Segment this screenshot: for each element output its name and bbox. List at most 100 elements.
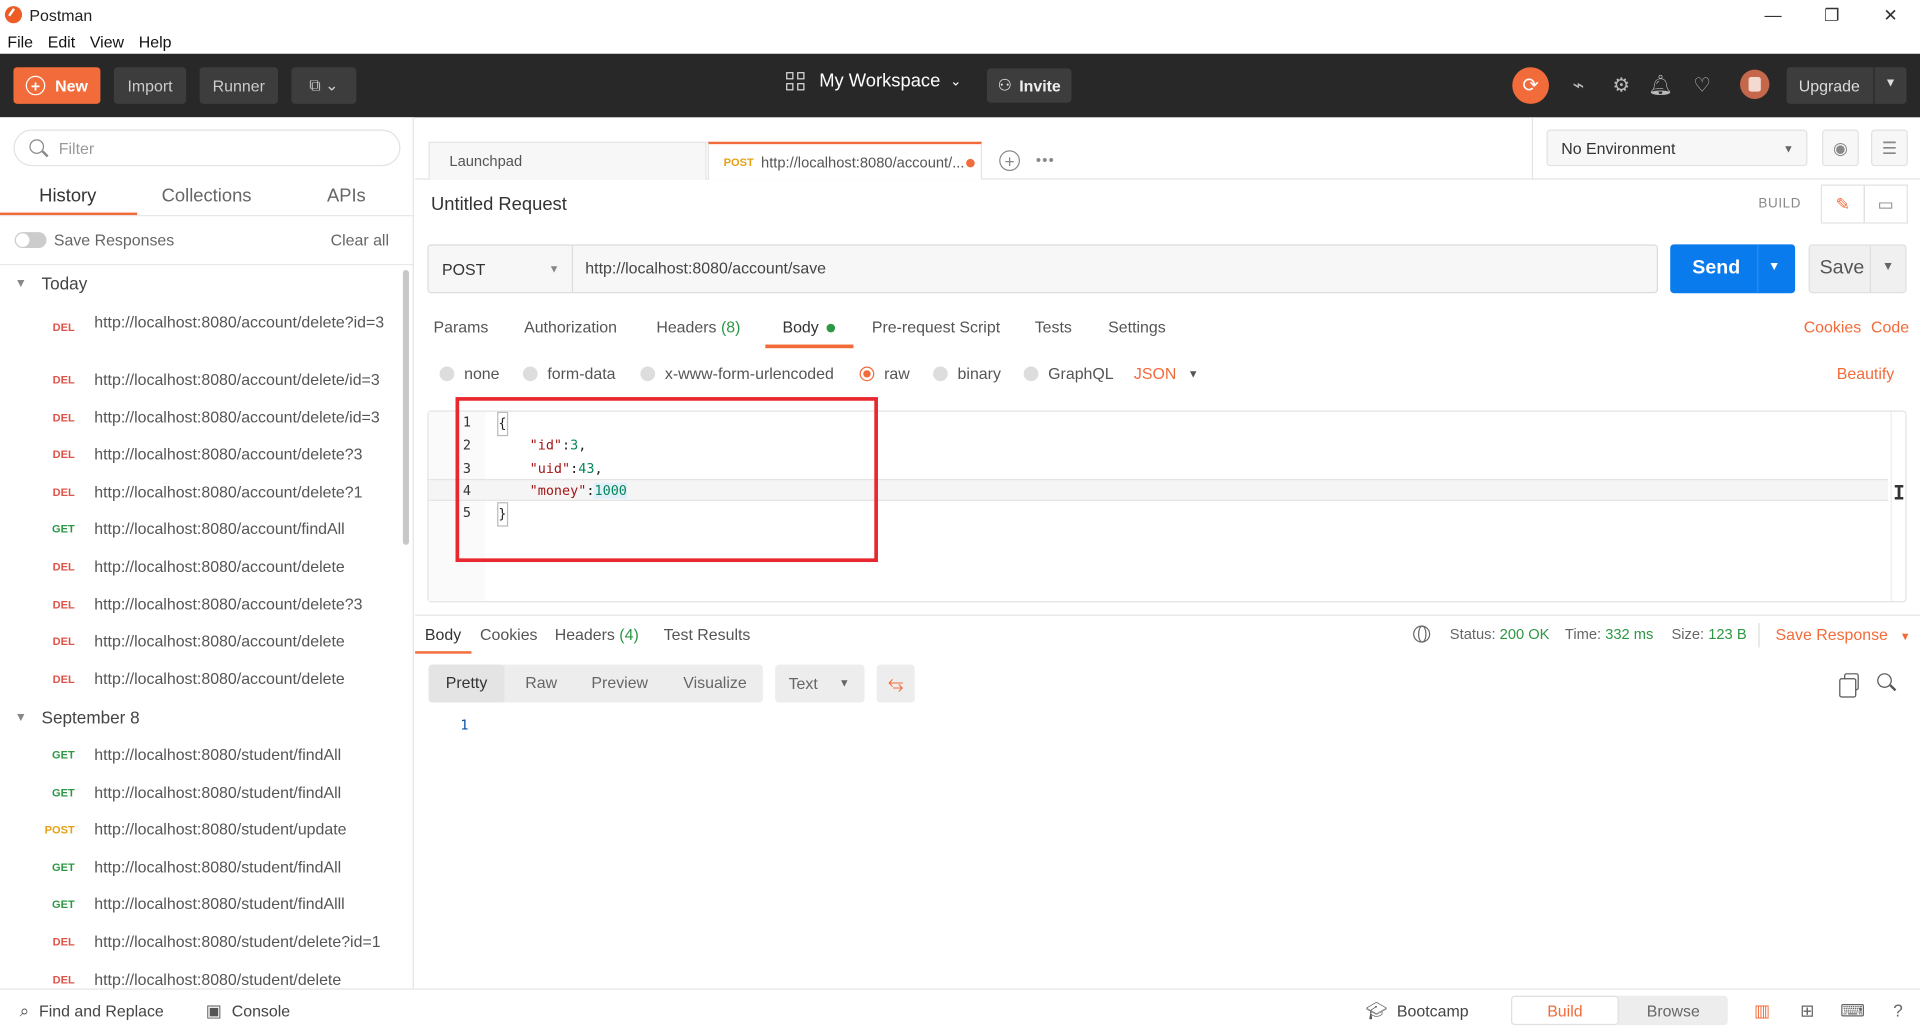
comments-icon[interactable]: ▭	[1863, 184, 1908, 224]
tab-tests[interactable]: Tests	[1035, 318, 1072, 336]
time-info[interactable]: Time: 332 ms	[1565, 626, 1653, 643]
save-button[interactable]: Save ▼	[1808, 244, 1907, 294]
cookies-link[interactable]: Cookies	[1804, 318, 1862, 336]
find-replace-button[interactable]: ⌕ Find and Replace	[20, 1001, 164, 1022]
tab-response-headers[interactable]: Headers (4)	[555, 626, 639, 644]
tab-settings[interactable]: Settings	[1108, 318, 1166, 336]
radio-none[interactable]: none	[439, 364, 500, 382]
search-icon[interactable]	[1877, 673, 1892, 688]
two-pane-view-icon[interactable]: ▥	[1751, 999, 1773, 1021]
import-button[interactable]: Import	[113, 67, 187, 104]
menu-file[interactable]: File	[0, 32, 40, 50]
clear-all-link[interactable]: Clear all	[331, 231, 389, 249]
more-icon[interactable]: •••	[1036, 152, 1055, 169]
view-pretty[interactable]: Pretty	[446, 673, 488, 691]
history-method-badge: GET	[52, 786, 75, 799]
history-method-badge: POST	[44, 823, 75, 836]
close-icon[interactable]: ✕	[1861, 0, 1920, 29]
tab-response-cookies[interactable]: Cookies	[480, 626, 538, 644]
editor-scrollbar[interactable]	[1890, 411, 1906, 602]
sidebar-scrollbar[interactable]	[402, 270, 409, 545]
tab-headers[interactable]: Headers (8)	[656, 318, 740, 336]
caret-down-icon[interactable]: ▼	[1188, 368, 1199, 380]
help-icon[interactable]: ?	[1887, 999, 1909, 1021]
request-title[interactable]: Untitled Request	[431, 194, 567, 215]
history-group-september-8[interactable]: ▼ September 8	[15, 707, 140, 727]
copy-icon[interactable]	[1839, 673, 1859, 698]
tab-history[interactable]: History	[39, 186, 96, 207]
search-icon	[29, 139, 45, 154]
caret-down-icon[interactable]: ▼	[1768, 260, 1780, 273]
sync-icon[interactable]: ⟳	[1512, 67, 1549, 104]
invite-button[interactable]: ⚇ Invite	[986, 68, 1072, 103]
tab-params[interactable]: Params	[433, 318, 488, 336]
status-info[interactable]: Status: 200 OK	[1450, 626, 1550, 643]
tab-active-label: http://localhost:8080/account/...	[761, 153, 965, 171]
view-visualize[interactable]: Visualize	[683, 673, 746, 691]
add-tab-icon[interactable]: +	[999, 150, 1021, 172]
layout-icon[interactable]: ⊞	[1796, 999, 1818, 1021]
radio-binary[interactable]: binary	[933, 364, 1001, 382]
wrap-lines-icon[interactable]: ⥃	[876, 664, 915, 703]
new-window-button[interactable]: ⧉ ⌄	[291, 67, 357, 104]
avatar[interactable]	[1740, 69, 1770, 99]
size-info[interactable]: Size: 123 B	[1671, 626, 1746, 643]
environment-select[interactable]: No Environment ▼	[1546, 129, 1808, 167]
filter-input[interactable]: Filter	[13, 129, 401, 167]
radio-raw[interactable]: raw	[859, 364, 910, 382]
heart-icon[interactable]: ♡	[1687, 71, 1716, 100]
radio-x-www-form-urlencoded[interactable]: x-www-form-urlencoded	[640, 364, 834, 382]
url-input[interactable]: http://localhost:8080/account/save	[585, 259, 826, 277]
response-format-select[interactable]: Text ▼	[775, 664, 865, 703]
tab-apis[interactable]: APIs	[327, 186, 366, 207]
menu-view[interactable]: View	[82, 32, 131, 50]
header-toolbar: + New Import Runner ⧉ ⌄ My Workspace ⌄ ⚇…	[0, 53, 1920, 118]
upgrade-button[interactable]: Upgrade ▼	[1786, 67, 1907, 104]
send-button[interactable]: Send ▼	[1670, 244, 1796, 294]
tab-body[interactable]: Body	[782, 318, 835, 336]
menu-help[interactable]: Help	[131, 32, 178, 50]
sliders-icon[interactable]: ☰	[1871, 129, 1908, 167]
bell-icon[interactable]: 🔔︎	[1646, 71, 1675, 100]
radio-graphql[interactable]: GraphQL	[1023, 364, 1114, 382]
view-preview[interactable]: Preview	[591, 673, 648, 691]
history-group-today[interactable]: ▼ Today	[15, 274, 88, 294]
maximize-icon[interactable]: ❐	[1802, 0, 1861, 29]
keyboard-icon[interactable]: ⌨	[1840, 999, 1865, 1021]
tab-prerequest-script[interactable]: Pre-request Script	[872, 318, 1000, 336]
save-response-button[interactable]: Save Response ▼	[1776, 626, 1911, 644]
build-mode-button[interactable]: Build	[1511, 995, 1619, 1026]
request-tabs-bar: Launchpad POST http://localhost:8080/acc…	[415, 117, 1532, 180]
settings-icon[interactable]: ⚙	[1607, 71, 1636, 100]
satellite-icon[interactable]: ⌁	[1564, 71, 1593, 100]
minimize-icon[interactable]: —	[1744, 0, 1803, 29]
beautify-link[interactable]: Beautify	[1837, 364, 1895, 382]
globe-icon[interactable]	[1413, 625, 1431, 643]
view-raw[interactable]: Raw	[525, 673, 557, 691]
caret-down-icon[interactable]: ▼	[1882, 260, 1894, 273]
tab-response-body[interactable]: Body	[425, 626, 461, 644]
menu-edit[interactable]: Edit	[40, 32, 82, 50]
tab-launchpad[interactable]: Launchpad	[428, 141, 707, 180]
tab-test-results[interactable]: Test Results	[664, 626, 751, 644]
grid-icon	[786, 72, 805, 91]
edit-pencil-icon[interactable]: ✎	[1820, 184, 1865, 224]
text-cursor-icon: I	[1893, 481, 1905, 505]
console-button[interactable]: ▣ Console	[206, 1001, 290, 1022]
browse-mode-button[interactable]: Browse	[1619, 996, 1728, 1025]
save-responses-toggle[interactable]	[14, 232, 47, 249]
history-method-badge: GET	[52, 748, 75, 762]
method-select[interactable]: POST ▼	[429, 245, 574, 293]
bootcamp-button[interactable]: 🎓︎ Bootcamp	[1365, 1001, 1468, 1022]
runner-button[interactable]: Runner	[199, 67, 278, 104]
new-button[interactable]: + New	[13, 67, 101, 104]
tab-collections[interactable]: Collections	[162, 186, 252, 207]
format-select[interactable]: JSON	[1134, 364, 1176, 382]
history-method-badge: GET	[52, 861, 75, 874]
radio-form-data[interactable]: form-data	[522, 364, 615, 382]
workspace-selector[interactable]: My Workspace ⌄	[786, 71, 961, 92]
tab-active-request[interactable]: POST http://localhost:8080/account/...	[707, 141, 983, 180]
eye-icon[interactable]: ◉	[1822, 129, 1859, 167]
code-link[interactable]: Code	[1871, 318, 1909, 336]
tab-authorization[interactable]: Authorization	[524, 318, 617, 336]
